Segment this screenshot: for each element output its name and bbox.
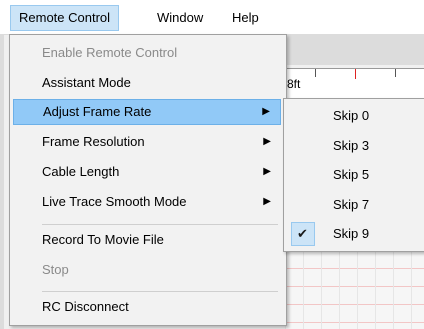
- menu-separator: [42, 224, 278, 225]
- left-panel-edge: [0, 35, 4, 329]
- submenu-item-label: Skip 0: [333, 108, 370, 123]
- submenu-arrow-icon: ▶: [263, 136, 271, 147]
- menu-item-assistant-mode[interactable]: Assistant Mode: [13, 70, 281, 96]
- menu-item-cable-length[interactable]: Cable Length ▶: [13, 159, 281, 185]
- menu-item-label: Live Trace Smooth Mode: [42, 194, 187, 209]
- submenu-item-skip-0[interactable]: Skip 0: [287, 101, 421, 131]
- submenu-arrow-icon: ▶: [262, 106, 270, 117]
- depth-ruler: 8ft: [285, 68, 424, 100]
- menu-item-record-to-movie-file[interactable]: Record To Movie File: [13, 227, 281, 253]
- ruler-tick-marker: [355, 69, 356, 79]
- remote-control-menu: Enable Remote Control Assistant Mode Adj…: [9, 34, 287, 326]
- toolbar-strip: [285, 35, 424, 65]
- menu-bar: Remote Control Window Help: [0, 0, 424, 35]
- submenu-item-label: Skip 9: [333, 226, 370, 241]
- menu-item-label: Record To Movie File: [42, 232, 164, 247]
- submenu-arrow-icon: ▶: [263, 166, 271, 177]
- menu-item-adjust-frame-rate[interactable]: Adjust Frame Rate ▶: [13, 99, 281, 125]
- trace-grid: [285, 250, 424, 329]
- menu-item-rc-disconnect[interactable]: RC Disconnect: [13, 294, 281, 320]
- ruler-label: 8ft: [287, 77, 301, 91]
- menu-item-live-trace-smooth-mode[interactable]: Live Trace Smooth Mode ▶: [13, 189, 281, 215]
- menubar-window[interactable]: Window: [149, 6, 211, 30]
- menu-item-enable-remote-control[interactable]: Enable Remote Control: [13, 40, 281, 66]
- menu-item-frame-resolution[interactable]: Frame Resolution ▶: [13, 129, 281, 155]
- menu-item-label: RC Disconnect: [42, 299, 129, 314]
- adjust-frame-rate-submenu: Skip 0 Skip 3 Skip 5 Skip 7 ✔ Skip 9: [283, 98, 424, 252]
- submenu-item-skip-7[interactable]: Skip 7: [287, 190, 421, 220]
- menu-item-label: Adjust Frame Rate: [43, 104, 152, 119]
- menubar-remote-control[interactable]: Remote Control: [10, 5, 120, 31]
- menu-item-stop[interactable]: Stop: [13, 257, 281, 283]
- menu-separator: [42, 291, 278, 292]
- submenu-item-label: Skip 5: [333, 167, 370, 182]
- checkmark-icon: ✔: [297, 226, 308, 241]
- menu-item-label: Cable Length: [42, 164, 120, 179]
- menu-item-label: Frame Resolution: [42, 134, 145, 149]
- submenu-item-skip-5[interactable]: Skip 5: [287, 160, 421, 190]
- menu-item-label: Enable Remote Control: [42, 45, 178, 60]
- menu-item-label: Stop: [42, 262, 69, 277]
- submenu-item-skip-9[interactable]: ✔ Skip 9: [287, 219, 421, 249]
- ruler-tick: [315, 69, 316, 77]
- submenu-item-skip-3[interactable]: Skip 3: [287, 131, 421, 161]
- menu-item-label: Assistant Mode: [42, 75, 131, 90]
- ruler-tick: [395, 69, 396, 77]
- submenu-item-label: Skip 7: [333, 197, 370, 212]
- submenu-item-label: Skip 3: [333, 138, 370, 153]
- submenu-arrow-icon: ▶: [263, 196, 271, 207]
- menubar-help[interactable]: Help: [224, 6, 267, 30]
